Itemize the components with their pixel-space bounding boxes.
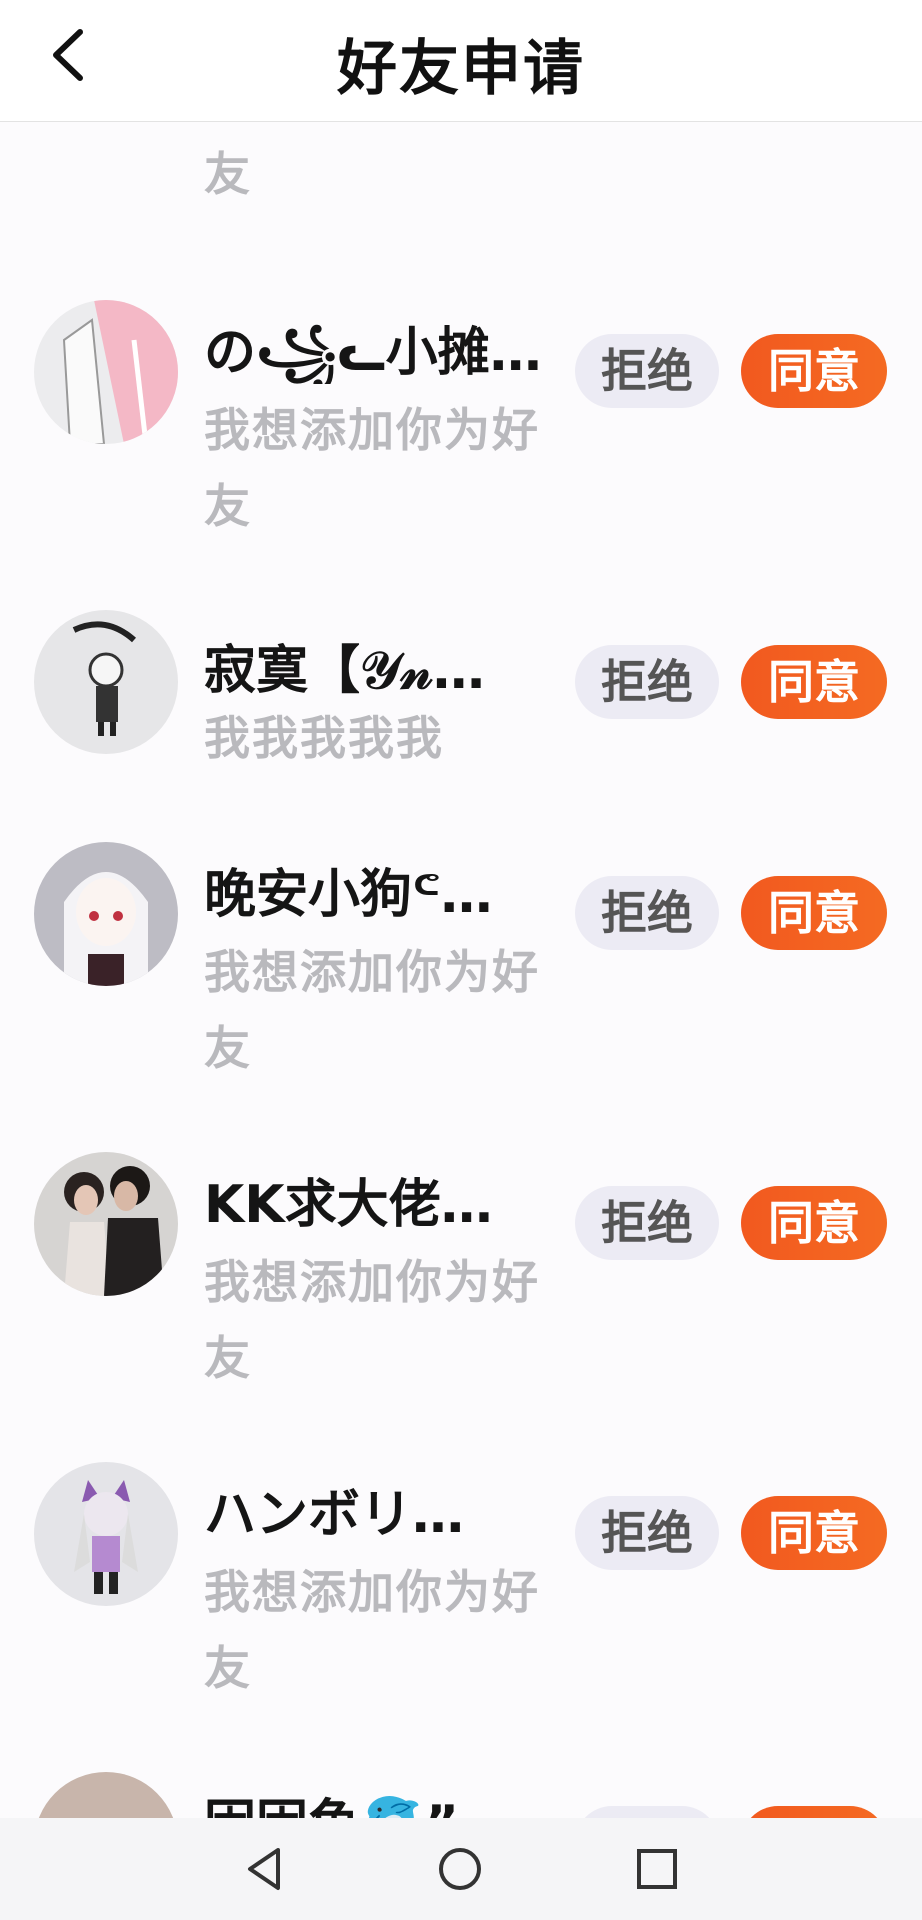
avatar[interactable] [34,1772,178,1818]
request-name[interactable]: 晚安小狗ᕪ… [204,864,544,926]
reject-button[interactable]: 拒绝 [575,1186,719,1260]
reject-button[interactable]: 拒绝 [575,1496,719,1570]
page-title: 好友申请 [337,34,585,104]
accept-button[interactable]: 同意 [741,876,887,950]
avatar[interactable] [34,842,178,986]
request-message: 我想添加你为好友 [204,945,540,1075]
request-name[interactable]: の꧁ᓚ小摊… [204,322,544,384]
avatar[interactable] [34,1152,178,1296]
system-nav-bar [0,1818,922,1920]
list-item: 寂寞【𝒴𝓃… 我我我我我 拒绝 同意 [0,610,922,840]
accept-button[interactable]: 同意 [741,1806,887,1818]
avatar[interactable] [34,1462,178,1606]
request-name[interactable]: 困困鱼🐬” [204,1794,544,1818]
reject-button[interactable]: 拒绝 [575,645,719,719]
nav-home-button[interactable] [435,1844,485,1898]
triangle-back-icon [248,1848,280,1890]
request-name[interactable]: ハンボリ… [204,1484,544,1546]
accept-button[interactable]: 同意 [741,1186,887,1260]
list-item: ハンボリ… 我想添加你为好友 拒绝 同意 [0,1462,922,1772]
list-item: 晚安小狗ᕪ… 我想添加你为好友 拒绝 同意 [0,842,922,1152]
list-item: 困困鱼🐬” 拒绝 同意 [0,1772,922,1818]
request-message: 我我我我我 [204,711,444,765]
request-message: 我想添加你为好友 [204,1255,540,1385]
reject-button[interactable]: 拒绝 [575,876,719,950]
accept-button[interactable]: 同意 [741,1496,887,1570]
avatar[interactable] [34,610,178,754]
reject-button[interactable]: 拒绝 [575,334,719,408]
accept-button[interactable]: 同意 [741,645,887,719]
nav-back-button[interactable] [240,1844,290,1898]
circle-home-icon [439,1848,481,1890]
list-item: の꧁ᓚ小摊… 我想添加你为好友 拒绝 同意 [0,300,922,610]
avatar[interactable] [34,300,178,444]
app-header: 好友申请 [0,0,922,122]
request-message: 我想添加你为好友 [204,1565,540,1695]
square-recent-icon [637,1849,677,1889]
reject-button[interactable]: 拒绝 [575,1806,719,1818]
request-name[interactable]: KK求大佬… [204,1174,544,1236]
request-message: 我想添加你为好友 [204,403,540,533]
request-name[interactable]: 寂寞【𝒴𝓃… [204,640,544,702]
friend-request-list: 我想添加你为好友 の꧁ᓚ小摊… 我想添加你为好友 拒绝 同意 [0,0,922,1818]
nav-recent-button[interactable] [632,1844,682,1898]
list-item: KK求大佬… 我想添加你为好友 拒绝 同意 [0,1152,922,1462]
accept-button[interactable]: 同意 [741,334,887,408]
